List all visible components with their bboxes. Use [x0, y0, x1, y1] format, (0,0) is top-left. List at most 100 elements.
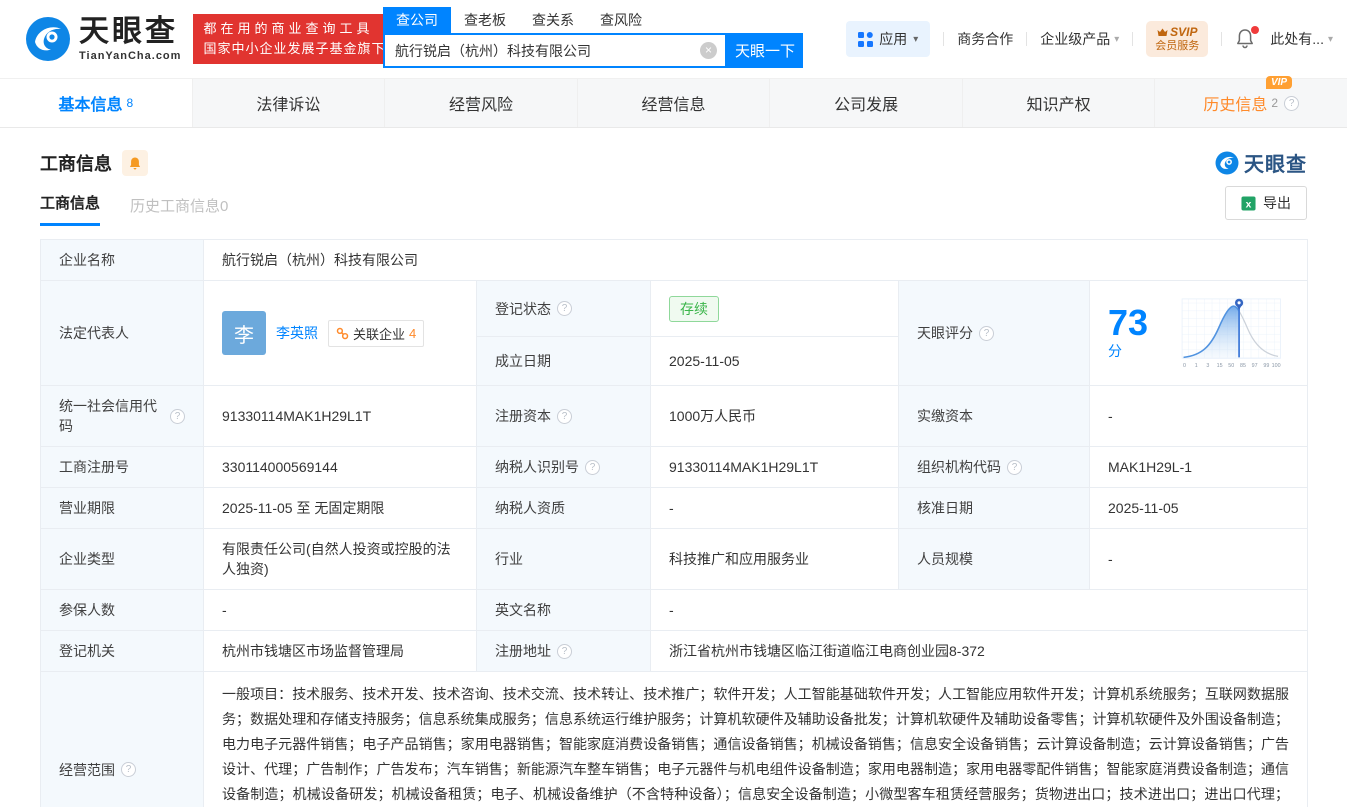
- help-icon[interactable]: ?: [557, 301, 572, 317]
- company-detail-tabs: 基本信息 8 法律诉讼 经营风险 经营信息 公司发展 知识产权 历史信息 2 V…: [0, 76, 1347, 128]
- account-menu[interactable]: 此处有... ▾: [1270, 29, 1333, 49]
- tab-history-info[interactable]: 历史信息 2 VIP ?: [1155, 76, 1347, 127]
- top-nav: 应用 ▾ 商务合作 企业级产品 ▾ SVIP 会员服务 此处有... ▾: [846, 0, 1333, 78]
- subscribe-bell-button[interactable]: [122, 150, 148, 176]
- site-logo[interactable]: 天眼查 TianYanCha.com: [25, 16, 181, 62]
- help-icon[interactable]: ?: [1007, 459, 1022, 475]
- help-icon[interactable]: ?: [1284, 95, 1300, 111]
- tab-company-development[interactable]: 公司发展: [770, 79, 963, 127]
- vip-badge: VIP: [1265, 76, 1293, 89]
- table-row: 统一社会信用代码 ? 91330114MAK1H29L1T 注册资本 ? 100…: [40, 385, 1309, 447]
- nav-cooperation[interactable]: 商务合作: [957, 29, 1013, 49]
- score-distribution-chart: 0 1 3 15 50 85 97 99 100: [1182, 298, 1282, 369]
- export-button[interactable]: x 导出: [1225, 186, 1307, 220]
- field-value: 浙江省杭州市钱塘区临江街道临江电商创业园8-372: [649, 630, 1309, 672]
- brand-name: 天眼查: [79, 14, 178, 48]
- clear-search-icon[interactable]: ×: [700, 42, 717, 59]
- legal-rep-avatar[interactable]: 李: [222, 311, 266, 355]
- field-label: 核准日期: [898, 487, 1090, 529]
- field-value: -: [1088, 528, 1309, 590]
- field-value: 有限责任公司(自然人投资或控股的法人独资): [203, 528, 477, 590]
- tab-legal-lawsuits[interactable]: 法律诉讼: [193, 79, 386, 127]
- table-row: 工商注册号 330114000569144 纳税人识别号 ? 91330114M…: [40, 446, 1309, 488]
- field-value: 杭州市钱塘区市场监督管理局: [203, 630, 477, 672]
- site-header: 天眼查 TianYanCha.com 都在用的商业查询工具 国家中小企业发展子基…: [0, 0, 1347, 78]
- table-row: 经营范围 ? 一般项目：技术服务、技术开发、技术咨询、技术交流、技术转让、技术推…: [40, 671, 1309, 807]
- help-icon[interactable]: ?: [170, 408, 185, 424]
- apps-label: 应用: [879, 31, 908, 47]
- divider: [943, 32, 945, 46]
- search-area: 查公司 查老板 查关系 查风险 × 天眼一下: [383, 7, 803, 68]
- apps-menu-button[interactable]: 应用 ▾: [846, 21, 931, 57]
- chevron-down-icon: ▾: [1327, 33, 1333, 45]
- search-tabs: 查公司 查老板 查关系 查风险: [383, 7, 803, 33]
- search-tab-company[interactable]: 查公司: [383, 7, 451, 33]
- field-label: 人员规模: [898, 528, 1090, 590]
- tab-intellectual-property[interactable]: 知识产权: [963, 79, 1156, 127]
- status-badge: 存续: [669, 295, 719, 322]
- field-label: 登记状态 ?: [476, 279, 651, 338]
- search-input[interactable]: [385, 35, 725, 66]
- bell-icon: [129, 157, 141, 169]
- table-row: 参保人数 - 英文名称 -: [40, 589, 1309, 631]
- field-label: 天眼评分 ?: [898, 280, 1090, 386]
- field-label: 登记机关: [40, 630, 204, 672]
- help-icon[interactable]: ?: [557, 408, 572, 424]
- field-label: 纳税人资质: [476, 487, 651, 529]
- help-icon[interactable]: ?: [979, 325, 994, 341]
- tab-business-info[interactable]: 经营信息: [578, 79, 771, 127]
- field-value: 1000万人民币: [650, 385, 899, 447]
- notification-bell-button[interactable]: [1235, 26, 1260, 50]
- tab-operating-risk[interactable]: 经营风险: [385, 79, 578, 127]
- field-value: -: [1088, 385, 1309, 447]
- field-value: 2025-11-05: [650, 336, 899, 386]
- search-tab-risk[interactable]: 查风险: [587, 7, 655, 33]
- svg-text:100: 100: [1272, 363, 1281, 369]
- search-submit-button[interactable]: 天眼一下: [727, 33, 803, 68]
- search-tab-boss[interactable]: 查老板: [451, 7, 519, 33]
- related-companies-badge[interactable]: 关联企业 4: [328, 319, 425, 347]
- help-icon[interactable]: ?: [121, 762, 136, 777]
- table-row: 营业期限 2025-11-05 至 无固定期限 纳税人资质 - 核准日期 202…: [40, 487, 1309, 529]
- tab-basic-info[interactable]: 基本信息 8: [0, 79, 193, 127]
- help-icon[interactable]: ?: [585, 459, 600, 475]
- field-label: 企业名称: [40, 239, 204, 281]
- field-value: 91330114MAK1H29L1T: [650, 446, 899, 488]
- field-label: 组织机构代码 ?: [898, 446, 1090, 488]
- tab-count: 2: [1271, 96, 1279, 110]
- section-header: 工商信息 天眼查: [40, 150, 1307, 176]
- chevron-down-icon: ▾: [913, 33, 919, 45]
- svg-text:97: 97: [1252, 363, 1258, 369]
- slogan-line2: 国家中小企业发展子基金旗下机构: [203, 41, 414, 56]
- field-label: 经营范围 ?: [40, 671, 204, 807]
- subtab-history-registration[interactable]: 历史工商信息0: [130, 195, 228, 226]
- score-unit: 分: [1108, 343, 1122, 359]
- search-tab-relation[interactable]: 查关系: [519, 7, 587, 33]
- svg-text:85: 85: [1240, 363, 1246, 369]
- field-value: 91330114MAK1H29L1T: [203, 385, 477, 447]
- svip-member-button[interactable]: SVIP 会员服务: [1146, 20, 1209, 58]
- account-label: 此处有...: [1270, 31, 1324, 47]
- field-label: 法定代表人: [40, 280, 204, 386]
- tianyan-score: 73分 0 1 3 15 50 85 97 99 100: [1108, 291, 1289, 375]
- nav-enterprise-products[interactable]: 企业级产品 ▾: [1040, 29, 1119, 49]
- svg-text:15: 15: [1217, 363, 1223, 369]
- field-label: 参保人数: [40, 589, 204, 631]
- excel-icon: x: [1241, 195, 1256, 211]
- brand-domain: TianYanCha.com: [79, 49, 182, 62]
- divider: [1221, 32, 1223, 46]
- tianyancha-logo-icon: [26, 17, 70, 61]
- help-icon[interactable]: ?: [557, 643, 572, 659]
- section-title: 工商信息: [40, 154, 112, 174]
- svg-text:3: 3: [1207, 363, 1210, 369]
- apps-grid-icon: [858, 31, 874, 47]
- notification-dot: [1251, 26, 1260, 34]
- field-label: 注册地址 ?: [476, 630, 651, 672]
- subtab-business-registration[interactable]: 工商信息: [40, 192, 101, 226]
- divider: [1026, 32, 1028, 46]
- field-label: 企业类型: [40, 528, 204, 590]
- table-row: 企业名称 航行锐启（杭州）科技有限公司: [40, 239, 1309, 281]
- legal-rep-link[interactable]: 李英照: [276, 323, 318, 343]
- subtab-row: 工商信息 历史工商信息0 x 导出: [40, 186, 1307, 227]
- related-count: 4: [409, 325, 417, 341]
